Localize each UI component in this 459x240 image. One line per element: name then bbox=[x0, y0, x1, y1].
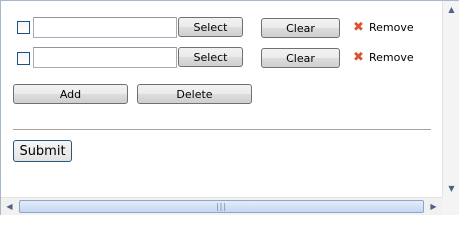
submit-button[interactable]: Submit bbox=[13, 140, 72, 162]
divider bbox=[13, 129, 431, 131]
clear-button[interactable]: Clear bbox=[261, 18, 340, 38]
add-button[interactable]: Add bbox=[13, 84, 128, 104]
remove-link[interactable]: Remove bbox=[369, 21, 414, 34]
select-button[interactable]: Select bbox=[178, 17, 243, 37]
row-checkbox[interactable] bbox=[17, 52, 30, 65]
scroll-thumb[interactable]: ||| bbox=[19, 200, 424, 213]
clear-button[interactable]: Clear bbox=[261, 48, 340, 68]
vertical-scrollbar[interactable]: ▲ ▼ bbox=[442, 1, 459, 197]
arrow-up-icon[interactable]: ▲ bbox=[443, 1, 459, 18]
file-row-2: Select Clear ✖ Remove bbox=[1, 45, 442, 69]
horizontal-scrollbar[interactable]: ◀ ||| ▶ bbox=[1, 197, 442, 215]
delete-button[interactable]: Delete bbox=[137, 84, 252, 104]
select-button[interactable]: Select bbox=[178, 47, 243, 67]
form-content: Select Clear ✖ Remove Select Clear ✖ Rem… bbox=[1, 1, 442, 197]
scrollbar-corner bbox=[442, 197, 459, 215]
window-frame: Select Clear ✖ Remove Select Clear ✖ Rem… bbox=[0, 0, 459, 215]
file-row-1: Select Clear ✖ Remove bbox=[1, 15, 442, 39]
remove-icon[interactable]: ✖ bbox=[353, 21, 364, 34]
arrow-down-icon[interactable]: ▼ bbox=[443, 180, 459, 197]
remove-link[interactable]: Remove bbox=[369, 51, 414, 64]
path-input[interactable] bbox=[33, 17, 177, 38]
arrow-right-icon[interactable]: ▶ bbox=[425, 198, 442, 215]
remove-icon[interactable]: ✖ bbox=[353, 51, 364, 64]
arrow-left-icon[interactable]: ◀ bbox=[1, 198, 18, 215]
path-input[interactable] bbox=[33, 47, 177, 68]
row-checkbox[interactable] bbox=[17, 21, 30, 34]
